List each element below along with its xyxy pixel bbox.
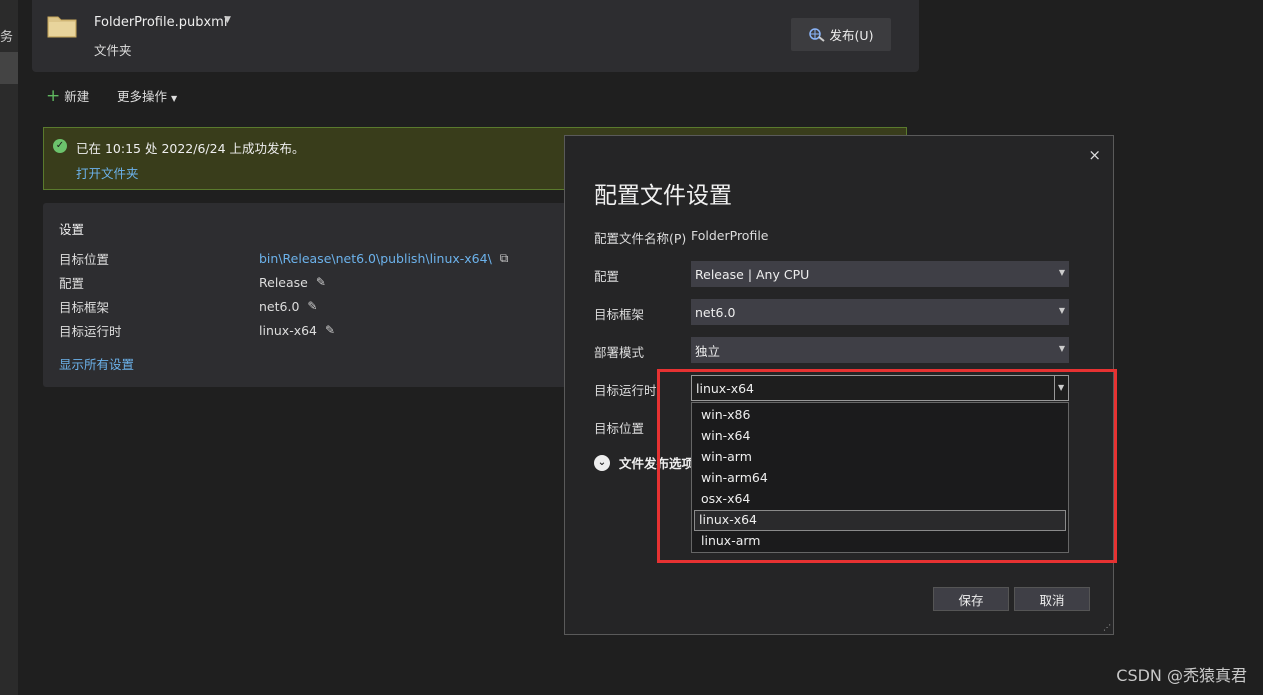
settings-row-label: 目标框架: [59, 299, 110, 315]
left-rail-text: 务: [0, 30, 14, 45]
deployment-mode-value: 独立: [695, 343, 721, 359]
more-actions-label: 更多操作: [117, 89, 168, 104]
settings-row-label: 目标运行时: [59, 323, 122, 339]
target-location-link[interactable]: bin\Release\net6.0\publish\linux-x64\ ⧉: [259, 251, 508, 266]
runtime-select-value: linux-x64: [696, 380, 755, 396]
chevron-down-icon: ⌄: [594, 454, 610, 471]
framework-select[interactable]: net6.0 ▼: [691, 299, 1069, 325]
framework-value-group: net6.0 ✎: [259, 299, 317, 314]
folder-icon: [47, 16, 77, 38]
dropdown-item[interactable]: win-x86: [694, 405, 1066, 426]
runtime-value: linux-x64: [259, 322, 318, 338]
resize-grip-icon[interactable]: ⋰: [1103, 623, 1111, 632]
expander-label: 文件发布选项: [619, 456, 695, 471]
runtime-dropdown-list: win-x86 win-x64 win-arm win-arm64 osx-x6…: [691, 402, 1069, 553]
dialog-title: 配置文件设置: [594, 183, 732, 209]
open-folder-link[interactable]: 打开文件夹: [76, 163, 139, 182]
settings-row-configuration: 配置 Release ✎: [59, 273, 326, 291]
settings-panel: 设置 目标位置 bin\Release\net6.0\publish\linux…: [43, 203, 573, 387]
check-icon: ✓: [53, 139, 67, 153]
configuration-value: Release: [259, 274, 308, 290]
profile-header: FolderProfile.pubxml ▼ 文件夹 发布(U): [32, 0, 919, 72]
plus-icon: +: [46, 85, 61, 106]
more-actions-button[interactable]: 更多操作 ▼: [117, 86, 177, 105]
dropdown-item[interactable]: linux-arm: [694, 531, 1066, 552]
dropdown-item[interactable]: win-arm64: [694, 468, 1066, 489]
file-publish-options-expander[interactable]: ⌄ 文件发布选项: [594, 453, 694, 472]
edit-pencil-icon[interactable]: ✎: [307, 299, 317, 313]
dropdown-item[interactable]: osx-x64: [694, 489, 1066, 510]
runtime-select[interactable]: linux-x64 ▼: [691, 375, 1069, 401]
edit-pencil-icon[interactable]: ✎: [316, 275, 326, 289]
chevron-down-icon: ▼: [1058, 268, 1065, 277]
left-rail-selected-item[interactable]: [0, 52, 18, 84]
target-location-value[interactable]: bin\Release\net6.0\publish\linux-x64\: [259, 251, 492, 266]
save-button[interactable]: 保存: [933, 587, 1009, 611]
profile-name-value: FolderProfile: [691, 228, 769, 243]
chevron-down-icon: ▼: [1058, 344, 1065, 353]
settings-row-label: 配置: [59, 275, 85, 291]
profile-type: 文件夹: [94, 43, 132, 58]
new-label: 新建: [64, 89, 90, 104]
copy-icon[interactable]: ⧉: [500, 251, 509, 266]
profile-dropdown-icon[interactable]: ▼: [224, 15, 231, 25]
dropdown-item[interactable]: win-x64: [694, 426, 1066, 447]
cancel-button[interactable]: 取消: [1014, 587, 1090, 611]
dropdown-item[interactable]: win-arm: [694, 447, 1066, 468]
framework-select-value: net6.0: [695, 304, 736, 320]
settings-row-target-location: 目标位置 bin\Release\net6.0\publish\linux-x6…: [59, 249, 508, 267]
framework-label: 目标框架: [594, 307, 645, 322]
publish-icon: [808, 27, 825, 42]
settings-row-framework: 目标框架 net6.0 ✎: [59, 297, 317, 315]
dropdown-item-selected[interactable]: linux-x64: [694, 510, 1066, 531]
chevron-down-icon: ▼: [171, 94, 178, 103]
edit-pencil-icon[interactable]: ✎: [325, 323, 335, 337]
watermark: CSDN @秃猿真君: [1116, 666, 1247, 685]
chevron-down-icon: ▼: [1058, 306, 1065, 315]
framework-value: net6.0: [259, 298, 300, 314]
target-location-label: 目标位置: [594, 421, 645, 436]
new-profile-button[interactable]: + 新建: [46, 86, 89, 105]
configuration-label: 配置: [594, 269, 620, 284]
runtime-dropdown-button[interactable]: ▼: [1054, 376, 1068, 400]
profile-name[interactable]: FolderProfile.pubxml: [94, 15, 227, 30]
settings-row-label: 目标位置: [59, 251, 110, 267]
configuration-select-value: Release | Any CPU: [695, 266, 810, 282]
chevron-down-icon: ▼: [1058, 383, 1065, 392]
configuration-select[interactable]: Release | Any CPU ▼: [691, 261, 1069, 287]
show-all-settings-link[interactable]: 显示所有设置: [59, 354, 134, 373]
settings-row-runtime: 目标运行时 linux-x64 ✎: [59, 321, 335, 339]
publish-label: 发布(U): [829, 28, 874, 43]
left-rail: 务: [0, 0, 18, 695]
runtime-value-group: linux-x64 ✎: [259, 323, 335, 338]
success-message: 已在 10:15 处 2022/6/24 上成功发布。: [76, 141, 305, 156]
runtime-label: 目标运行时: [594, 383, 657, 398]
close-icon[interactable]: ×: [1088, 146, 1101, 164]
deployment-mode-label: 部署模式: [594, 345, 645, 360]
publish-button[interactable]: 发布(U): [791, 18, 891, 51]
profile-settings-dialog: × 配置文件设置 配置文件名称(P) FolderProfile 配置 Rele…: [564, 135, 1114, 635]
settings-title: 设置: [59, 222, 85, 237]
deployment-mode-select[interactable]: 独立 ▼: [691, 337, 1069, 363]
configuration-value-group: Release ✎: [259, 275, 326, 290]
profile-name-label: 配置文件名称(P): [594, 231, 687, 246]
